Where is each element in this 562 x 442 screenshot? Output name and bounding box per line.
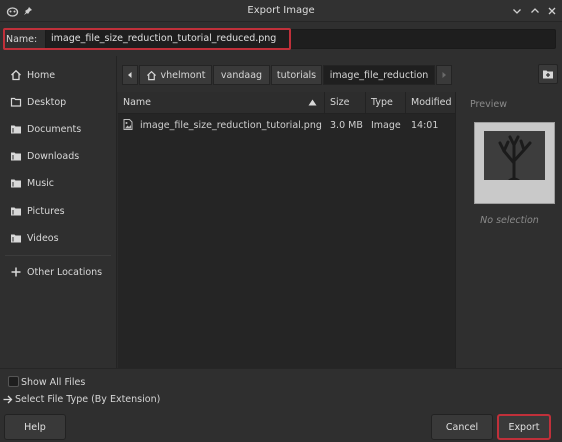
sidebar-item-label: Other Locations (27, 266, 103, 278)
create-folder-button[interactable] (538, 64, 558, 84)
title-bar: Export Image (0, 0, 562, 22)
file-list: Name Size Type Modified image_file_size_… (118, 92, 455, 368)
folder-icon (9, 177, 22, 190)
arrow-right-icon (3, 395, 13, 404)
sort-ascending-icon (308, 99, 317, 106)
places-sidebar: Home Desktop Documents Downloads Music P… (0, 56, 117, 368)
help-button[interactable]: Help (4, 414, 66, 440)
show-all-files-label[interactable]: Show All Files (21, 377, 85, 388)
cancel-button[interactable]: Cancel (431, 414, 493, 440)
file-name: image_file_size_reduction_tutorial.png (140, 120, 322, 131)
column-header-size[interactable]: Size (325, 92, 366, 114)
column-header-label: Type (371, 97, 393, 108)
folder-icon (9, 123, 22, 136)
breadcrumb-vandaag[interactable]: vandaag (213, 65, 270, 85)
sidebar-item-videos[interactable]: Videos (0, 226, 116, 250)
name-highlight-box (3, 28, 291, 50)
breadcrumb-label: vandaag (220, 69, 263, 81)
folder-icon (9, 232, 22, 245)
select-file-type-expander[interactable]: Select File Type (By Extension) (3, 394, 160, 405)
maximize-icon[interactable] (528, 4, 542, 18)
sidebar-item-desktop[interactable]: Desktop (0, 90, 116, 114)
sidebar-item-pictures[interactable]: Pictures (0, 199, 116, 223)
image-file-icon (123, 119, 133, 130)
home-icon (9, 69, 22, 82)
tree-icon (498, 135, 532, 180)
preview-placeholder-thumbnail (474, 122, 555, 204)
home-icon (146, 70, 157, 81)
path-back-button[interactable] (122, 65, 138, 85)
dialog-footer: Show All Files Select File Type (By Exte… (0, 368, 562, 442)
file-row[interactable]: image_file_size_reduction_tutorial.png 3… (118, 116, 455, 134)
select-file-type-label: Select File Type (By Extension) (15, 394, 161, 405)
sidebar-item-label: Videos (27, 232, 59, 244)
plus-icon (9, 266, 22, 279)
file-modified: 14:01 (411, 120, 439, 131)
minimize-icon[interactable] (510, 4, 524, 18)
file-size: 3.0 MB (330, 120, 363, 131)
preview-pane: Preview No selection (455, 92, 562, 368)
sidebar-item-label: Desktop (27, 96, 67, 108)
sidebar-item-label: Documents (27, 123, 82, 135)
export-button[interactable]: Export (497, 414, 551, 440)
preview-header: Preview (470, 99, 507, 110)
sidebar-divider (5, 255, 111, 256)
column-header-label: Modified (411, 97, 452, 108)
show-all-files-checkbox[interactable] (8, 376, 19, 387)
breadcrumb-label: image_file_reduction (329, 69, 429, 81)
sidebar-item-other-locations[interactable]: Other Locations (0, 260, 116, 284)
breadcrumb-label: tutorials (276, 69, 317, 81)
sidebar-item-label: Pictures (27, 205, 65, 217)
sidebar-item-home[interactable]: Home (0, 63, 116, 87)
breadcrumb-image-file-reduction[interactable]: image_file_reduction (323, 65, 435, 85)
path-bar: vhelmont vandaag tutorials image_file_re… (117, 56, 562, 92)
close-icon[interactable] (545, 4, 559, 18)
column-header-label: Size (330, 97, 350, 108)
sidebar-item-documents[interactable]: Documents (0, 117, 116, 141)
path-forward-button[interactable] (436, 65, 452, 85)
sidebar-item-downloads[interactable]: Downloads (0, 144, 116, 168)
desktop-icon (9, 96, 22, 109)
column-header-modified[interactable]: Modified (406, 92, 455, 114)
sidebar-item-label: Music (27, 177, 55, 189)
new-folder-icon (542, 68, 554, 80)
breadcrumb-label: vhelmont (160, 69, 206, 81)
folder-icon (9, 150, 22, 163)
column-header-type[interactable]: Type (366, 92, 406, 114)
column-header-label: Name (123, 97, 152, 108)
sidebar-item-label: Downloads (27, 150, 80, 162)
breadcrumb-tutorials[interactable]: tutorials (271, 65, 322, 85)
name-bar: image_file_size_reduction_tutorial_reduc… (0, 22, 562, 56)
sidebar-item-music[interactable]: Music (0, 171, 116, 195)
column-header-name[interactable]: Name (118, 92, 325, 114)
breadcrumb-home[interactable]: vhelmont (139, 65, 212, 85)
no-selection-text: No selection (480, 215, 539, 226)
file-type: Image (371, 120, 401, 131)
window-title: Export Image (247, 5, 315, 16)
sidebar-item-label: Home (27, 69, 56, 81)
folder-icon (9, 205, 22, 218)
